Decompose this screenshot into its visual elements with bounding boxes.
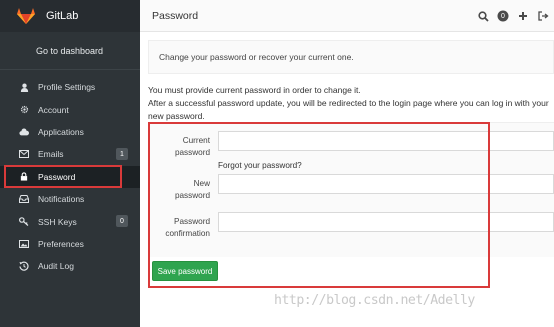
new-password-input[interactable]: [218, 174, 554, 194]
sidebar: GitLab Go to dashboard Profile Settings …: [0, 0, 140, 327]
save-password-button[interactable]: Save password: [152, 261, 218, 281]
brand[interactable]: GitLab: [0, 0, 140, 32]
user-icon: [18, 81, 30, 93]
sidebar-item-applications[interactable]: Applications: [0, 121, 140, 143]
sidebar-nav: Profile Settings Account Applications Em…: [0, 76, 140, 278]
inbox-icon: [18, 193, 30, 205]
current-password-label: Current password: [174, 136, 210, 157]
sidebar-item-profile-settings[interactable]: Profile Settings: [0, 76, 140, 98]
password-confirmation-label: Password confirmation: [165, 217, 210, 238]
history-icon: [18, 260, 30, 272]
sidebar-item-label: Notifications: [38, 194, 85, 205]
sidebar-item-label: Account: [38, 104, 69, 115]
sidebar-item-preferences[interactable]: Preferences: [0, 233, 140, 255]
brand-name: GitLab: [46, 10, 79, 22]
lock-icon: [18, 171, 30, 183]
sign-out-icon[interactable]: [536, 9, 550, 23]
todos-count: 0: [501, 12, 505, 20]
sidebar-item-label: SSH Keys: [38, 216, 77, 227]
dashboard-link[interactable]: Go to dashboard: [0, 32, 140, 70]
sidebar-item-label: Preferences: [38, 238, 84, 249]
page-title: Password: [152, 9, 199, 22]
current-password-input[interactable]: [218, 131, 554, 151]
sidebar-item-ssh-keys[interactable]: SSH Keys 0: [0, 210, 140, 232]
sidebar-item-notifications[interactable]: Notifications: [0, 188, 140, 210]
top-header: Password 0: [140, 0, 554, 32]
note-redirect: After a successful password update, you …: [148, 98, 549, 121]
sidebar-item-audit-log[interactable]: Audit Log: [0, 255, 140, 277]
header-actions: 0: [476, 0, 554, 32]
search-icon[interactable]: [476, 9, 490, 23]
sidebar-item-label: Audit Log: [38, 261, 74, 272]
sidebar-item-password[interactable]: Password: [0, 165, 140, 188]
image-icon: [18, 238, 30, 250]
password-confirmation-input[interactable]: [218, 212, 554, 232]
main-content: Change your password or recover your cur…: [148, 40, 554, 123]
watermark: http://blog.csdn.net/Adelly: [274, 293, 475, 308]
plus-icon[interactable]: [516, 9, 530, 23]
ssh-keys-count-badge: 0: [116, 215, 128, 228]
gitlab-logo-icon: [16, 7, 36, 25]
key-icon: [18, 216, 30, 228]
new-password-label: New password: [174, 179, 210, 200]
envelope-icon: [18, 148, 30, 160]
sidebar-item-label: Password: [38, 171, 76, 182]
sidebar-item-label: Applications: [38, 126, 84, 137]
forgot-password-link[interactable]: Forgot your password?: [218, 161, 302, 170]
sidebar-item-label: Emails: [38, 149, 64, 160]
cloud-icon: [18, 126, 30, 138]
note-current-required: You must provide current password in ord…: [148, 85, 361, 95]
sidebar-item-label: Profile Settings: [38, 82, 96, 93]
emails-count-badge: 1: [116, 148, 128, 161]
gear-icon: [18, 104, 30, 116]
password-notes: You must provide current password in ord…: [148, 84, 554, 123]
todos-badge[interactable]: 0: [496, 9, 510, 23]
password-form: Current password Forgot your password? N…: [148, 122, 554, 281]
info-box: Change your password or recover your cur…: [148, 40, 554, 74]
sidebar-item-account[interactable]: Account: [0, 98, 140, 120]
sidebar-item-emails[interactable]: Emails 1: [0, 143, 140, 165]
